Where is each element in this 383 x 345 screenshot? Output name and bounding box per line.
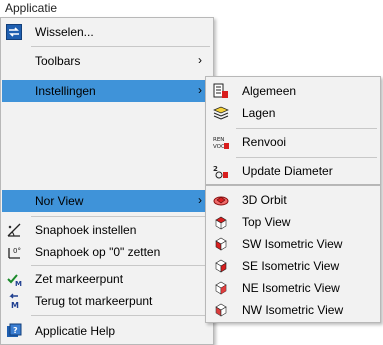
svg-text:?: ? bbox=[13, 326, 18, 335]
menu-item-wisselen[interactable]: Wisselen... bbox=[2, 21, 212, 43]
submenu-item-algemeen[interactable]: Algemeen bbox=[207, 80, 379, 102]
menu-item-label: Snaphoek instellen bbox=[35, 223, 137, 237]
menu-item-label: Instellingen bbox=[35, 84, 96, 98]
menu-item-label: Applicatie Help bbox=[35, 324, 116, 338]
nw-isometric-icon bbox=[213, 302, 229, 318]
submenu-item-label: SW Isometric View bbox=[242, 237, 343, 251]
submenu-item-sw-isometric[interactable]: SW Isometric View bbox=[207, 233, 379, 255]
menu-separator bbox=[31, 46, 210, 47]
menu-item-label: Toolbars bbox=[35, 54, 81, 68]
3d-orbit-icon bbox=[213, 192, 229, 208]
layers-icon bbox=[213, 105, 229, 121]
submenu-item-top-view[interactable]: Top View bbox=[207, 211, 379, 233]
svg-text:M: M bbox=[15, 280, 22, 287]
menu-separator bbox=[31, 265, 210, 266]
return-marker-icon: M bbox=[6, 293, 22, 310]
menu-item-toolbars[interactable]: Toolbars › bbox=[2, 50, 212, 72]
menu-item-label: Terug tot markeerpunt bbox=[35, 294, 153, 308]
ne-isometric-icon bbox=[213, 280, 229, 296]
menubar-title[interactable]: Applicatie bbox=[5, 1, 57, 15]
submenu-item-se-isometric[interactable]: SE Isometric View bbox=[207, 255, 379, 277]
submenu-item-nw-isometric[interactable]: NW Isometric View bbox=[207, 299, 379, 321]
menu-separator bbox=[236, 128, 377, 129]
submenu-arrow-icon: › bbox=[198, 193, 202, 207]
submenu-item-lagen[interactable]: Lagen bbox=[207, 102, 379, 124]
menu-item-zet-markeerpunt[interactable]: M Zet markeerpunt bbox=[2, 268, 212, 290]
nor-view-submenu: 3D Orbit Top View SW Isometric View SE I… bbox=[205, 185, 381, 323]
renvooi-icon: REN VOO bbox=[213, 134, 229, 150]
submenu-item-update-diameter[interactable]: 2 Update Diameter bbox=[207, 160, 379, 182]
update-diameter-icon: 2 bbox=[213, 163, 229, 179]
menu-item-snaphoek-instellen[interactable]: Snaphoek instellen bbox=[2, 219, 212, 241]
submenu-item-label: NE Isometric View bbox=[242, 281, 340, 295]
menu-separator bbox=[31, 216, 210, 217]
se-isometric-icon bbox=[213, 258, 229, 274]
submenu-item-label: Renvooi bbox=[242, 135, 287, 149]
menu-separator bbox=[31, 315, 210, 316]
sw-isometric-icon bbox=[213, 236, 229, 252]
svg-text:M: M bbox=[11, 301, 19, 309]
snap-angle-zero-icon: 0° bbox=[6, 244, 22, 260]
menu-item-label: Snaphoek op "0" zetten bbox=[35, 245, 161, 259]
instellingen-submenu: Algemeen Lagen REN VOO Renvooi 2 Update D… bbox=[205, 76, 381, 185]
menu-item-snaphoek-nul[interactable]: 0° Snaphoek op "0" zetten bbox=[2, 241, 212, 263]
submenu-item-label: Top View bbox=[242, 215, 291, 229]
applicatie-menu: Wisselen... Toolbars › Instellingen › No… bbox=[0, 17, 214, 345]
submenu-item-label: Lagen bbox=[242, 106, 276, 120]
menu-item-label: Nor View bbox=[35, 194, 84, 208]
general-settings-icon bbox=[213, 83, 229, 99]
snap-angle-icon bbox=[6, 222, 22, 238]
menu-item-label: Zet markeerpunt bbox=[35, 272, 124, 286]
menu-item-terug-markeerpunt[interactable]: M Terug tot markeerpunt bbox=[2, 290, 212, 312]
submenu-item-label: 3D Orbit bbox=[242, 193, 287, 207]
set-marker-icon: M bbox=[6, 271, 22, 288]
submenu-item-label: Update Diameter bbox=[242, 164, 333, 178]
svg-text:2: 2 bbox=[213, 165, 218, 173]
menu-item-applicatie-help[interactable]: ? Applicatie Help bbox=[2, 320, 212, 342]
menu-item-nor-view[interactable]: Nor View › bbox=[2, 190, 212, 212]
submenu-item-3d-orbit[interactable]: 3D Orbit bbox=[207, 189, 379, 211]
submenu-arrow-icon: › bbox=[198, 53, 202, 67]
submenu-item-label: NW Isometric View bbox=[242, 303, 344, 317]
submenu-item-label: SE Isometric View bbox=[242, 259, 340, 273]
submenu-item-ne-isometric[interactable]: NE Isometric View bbox=[207, 277, 379, 299]
menu-item-instellingen[interactable]: Instellingen › bbox=[2, 80, 212, 102]
submenu-arrow-icon: › bbox=[198, 83, 202, 97]
menu-item-label: Wisselen... bbox=[35, 25, 94, 39]
svg-text:0°: 0° bbox=[13, 247, 21, 255]
top-view-icon bbox=[213, 214, 229, 230]
svg-text:REN: REN bbox=[213, 137, 224, 143]
swap-arrows-icon bbox=[6, 24, 22, 40]
help-icon: ? bbox=[6, 323, 22, 339]
submenu-item-renvooi[interactable]: REN VOO Renvooi bbox=[207, 131, 379, 153]
submenu-item-label: Algemeen bbox=[242, 84, 297, 98]
menu-separator bbox=[236, 157, 377, 158]
